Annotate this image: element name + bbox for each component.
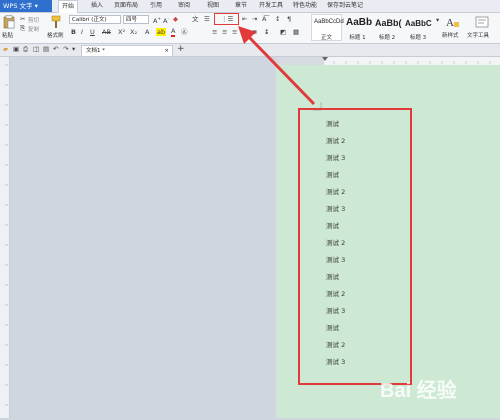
styles-more-icon[interactable]: ▾	[436, 16, 439, 24]
font-size-select[interactable]: 四号	[123, 15, 149, 24]
new-style-icon: A	[446, 17, 459, 28]
annotation-arrow	[238, 26, 316, 106]
font-name-select[interactable]: Calibri (正文)	[69, 15, 121, 24]
annotation-selection-box	[298, 108, 412, 385]
new-tab-button[interactable]: +	[177, 44, 185, 55]
style-heading-2-name: 标题 2	[378, 35, 396, 41]
clear-format-icon[interactable]: ◆	[173, 15, 178, 23]
tab-special-features[interactable]: 特色功能	[293, 0, 317, 12]
document-tab-label: 文档1 *	[86, 48, 105, 54]
undo-icon[interactable]: ↶	[53, 45, 58, 53]
text-tools-icon	[475, 16, 489, 28]
paste-label: 粘贴	[2, 33, 14, 39]
strikethrough-icon[interactable]: AB	[102, 28, 111, 36]
tab-page-layout[interactable]: 页面布局	[114, 0, 138, 12]
align-left-icon[interactable]: ≡	[212, 28, 217, 36]
print-preview-icon[interactable]: ◫	[33, 45, 39, 53]
new-style-button[interactable]: A 新样式	[442, 14, 464, 41]
text-tools-label: 文字工具	[467, 33, 490, 39]
vertical-ruler-ticks	[5, 64, 8, 406]
phonetic-icon[interactable]: A	[145, 28, 149, 36]
save-icon[interactable]: ▣	[13, 45, 19, 53]
tab-references[interactable]: 引用	[150, 0, 162, 12]
close-tab-icon[interactable]: ×	[164, 46, 169, 56]
bullet-list-icon[interactable]: ☰	[204, 15, 210, 23]
folder-icon[interactable]: ▰	[3, 45, 8, 53]
superscript-icon[interactable]: X²	[118, 28, 125, 36]
tab-save-to-cloud-notes[interactable]: 保存到云笔记	[327, 0, 363, 12]
copy-label[interactable]: 复制	[28, 25, 39, 33]
style-heading-1[interactable]: AaBb 标题 1	[343, 14, 372, 41]
baidu-watermark: Bai 经验	[380, 380, 457, 402]
copy-icon[interactable]: ⎘	[20, 24, 25, 32]
grow-font-icon[interactable]: A+	[153, 15, 161, 25]
tab-review[interactable]: 审阅	[178, 0, 190, 12]
italic-icon[interactable]: I	[81, 28, 83, 36]
text-tools-button[interactable]: 文字工具	[467, 14, 499, 41]
tab-chapter[interactable]: 章节	[235, 0, 247, 12]
print-icon[interactable]: ⎙	[23, 45, 28, 53]
clipboard-icon	[3, 15, 15, 29]
tab-view[interactable]: 视图	[207, 0, 219, 12]
style-heading-3[interactable]: AaBbC 标题 3	[402, 14, 434, 41]
format-painter-label: 格式刷	[47, 33, 64, 39]
phonetic-guide-icon[interactable]: 文	[192, 15, 199, 23]
paintbrush-icon	[51, 15, 61, 28]
tab-insert[interactable]: 插入	[91, 0, 103, 12]
export-pdf-icon[interactable]: ▤	[43, 45, 49, 53]
style-heading-1-sample: AaBb	[346, 17, 373, 28]
quick-access-more-icon[interactable]: ▾	[72, 45, 75, 53]
document-tab[interactable]: 文档1 * ×	[81, 45, 173, 56]
subscript-icon[interactable]: X₂	[130, 28, 137, 36]
style-heading-3-name: 标题 3	[409, 35, 427, 41]
tab-home[interactable]: 开始	[58, 0, 79, 13]
underline-icon[interactable]: U	[90, 28, 95, 36]
wps-app-name: WPS 文字	[3, 2, 33, 10]
vertical-ruler	[0, 57, 10, 418]
wps-app-menu-button[interactable]: WPS 文字 ▾	[0, 0, 52, 12]
style-heading-1-name: 标题 1	[349, 35, 366, 41]
menu-bar: WPS 文字 ▾ 开始 插入 页面布局 引用 审阅 视图 章节 开发工具 特色功…	[0, 0, 500, 13]
svg-text:A: A	[446, 17, 454, 28]
shrink-font-icon[interactable]: A-	[163, 15, 169, 25]
chevron-down-icon: ▾	[34, 2, 38, 10]
font-color-icon[interactable]: A	[171, 28, 176, 37]
format-painter-button[interactable]	[50, 15, 62, 29]
scissors-icon[interactable]: ✂	[20, 15, 25, 23]
style-heading-2-sample: AaBb(	[375, 18, 402, 28]
bold-icon[interactable]: B	[71, 28, 76, 36]
style-heading-2[interactable]: AaBb( 标题 2	[372, 14, 402, 41]
new-style-label: 新样式	[442, 33, 459, 39]
redo-icon[interactable]: ↷	[63, 45, 68, 53]
char-border-icon[interactable]: Ⓐ	[181, 28, 188, 36]
paste-button[interactable]	[3, 15, 15, 29]
align-center-icon[interactable]: ≡	[222, 28, 227, 36]
highlight-icon[interactable]: ab	[156, 28, 167, 36]
cut-label[interactable]: 剪切	[28, 16, 39, 24]
style-heading-3-sample: AaBbC	[405, 19, 432, 28]
tab-developer[interactable]: 开发工具	[259, 0, 283, 12]
